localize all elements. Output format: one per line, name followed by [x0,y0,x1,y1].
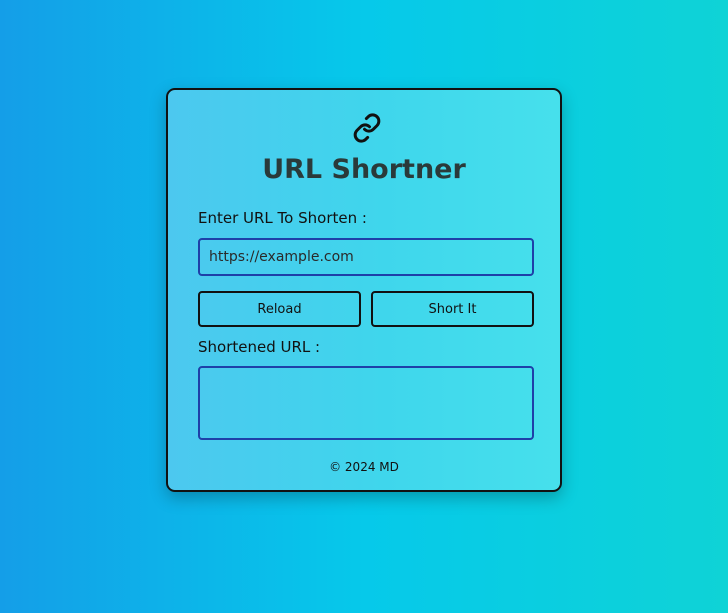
reload-button[interactable]: Reload [198,291,361,327]
shortened-url-output[interactable] [198,366,534,440]
url-input[interactable] [198,238,534,276]
footer-copyright: © 2024 MD [329,460,399,474]
link-icon [353,113,381,143]
shorten-button[interactable]: Short It [371,291,534,327]
url-input-label: Enter URL To Shorten : [198,209,367,227]
shortened-url-label: Shortened URL : [198,338,321,356]
url-shortener-card: URL Shortner Enter URL To Shorten : Relo… [166,88,562,492]
page-title: URL Shortner [262,154,466,185]
